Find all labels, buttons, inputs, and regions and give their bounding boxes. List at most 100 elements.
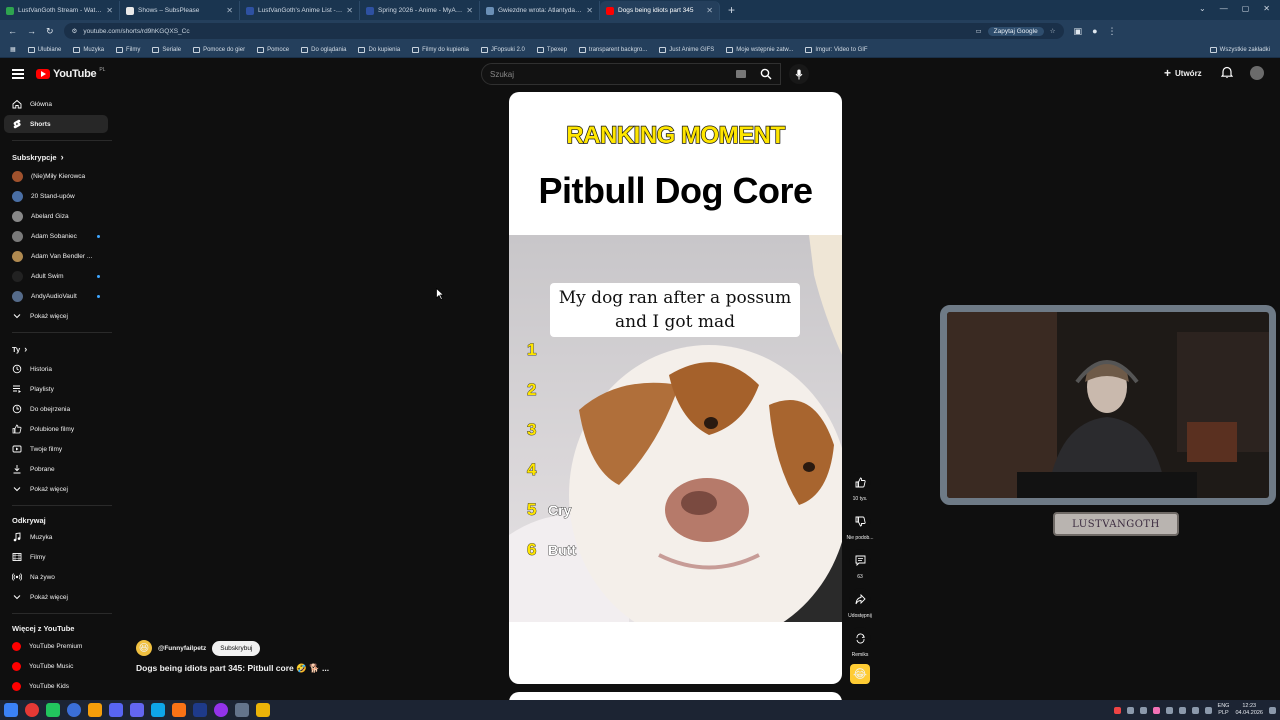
notification-center-icon[interactable] [1269,706,1276,714]
sidebar-item-live[interactable]: Na żywo [4,568,108,586]
bookmark-item[interactable]: Filmy do kupienia [412,46,469,53]
bookmark-item[interactable]: Ulubiane [27,46,61,53]
tray-icon[interactable] [1113,706,1121,714]
browser-tab[interactable]: LustVanGoth Stream - Watch Li ✕ [0,1,120,20]
subscription-item[interactable]: (Nie)Miły Kierowca [4,167,108,185]
short-title[interactable]: Dogs being idiots part 345: Pitbull core… [136,663,329,674]
share-button[interactable]: Udostępnij [848,588,872,619]
tray-icon[interactable] [1139,706,1147,714]
app-taskbar-icon[interactable] [130,703,144,717]
youtube-service-item[interactable]: YouTube Music [4,657,108,675]
app-taskbar-icon[interactable] [214,703,228,717]
subscription-item[interactable]: 20 Stand-upów [4,187,108,205]
sidebar-item-thumb-up[interactable]: Polubione filmy [4,420,108,438]
bookmark-item[interactable]: transparent backgro... [578,46,647,53]
volume-icon[interactable] [1204,706,1212,714]
bookmark-star-icon[interactable]: ☆ [1050,27,1056,35]
bookmark-item[interactable]: Imgur: Video to GIF [805,46,868,53]
forward-icon[interactable]: → [27,26,36,36]
close-tab-icon[interactable]: ✕ [346,6,353,15]
url-text[interactable]: youtube.com/shorts/rd9hKGQXS_Cc [83,28,969,35]
app-taskbar-icon[interactable] [46,703,60,717]
sidebar-item-clock[interactable]: Do obejrzenia [4,400,108,418]
bookmark-item[interactable]: Do kupienia [358,46,400,53]
discord-taskbar-icon[interactable] [109,703,123,717]
bookmark-item[interactable]: Seriale [152,46,181,53]
browser-menu-icon[interactable]: ⋮ [1108,26,1117,37]
maximize-button[interactable]: ▢ [1242,4,1250,13]
sound-thumbnail[interactable]: 😂 [850,664,870,684]
show-more-subscriptions[interactable]: Pokaż więcej [4,307,108,325]
cast-icon[interactable]: ▭ [975,27,981,35]
channel-avatar[interactable]: 😆 [136,640,152,656]
sidebar-item-film[interactable]: Filmy [4,548,108,566]
chrome-taskbar-icon[interactable] [25,703,39,717]
address-bar[interactable]: ⚙ youtube.com/shorts/rd9hKGQXS_Cc ▭ Zapy… [63,23,1064,39]
browser-tab[interactable]: Spring 2026 - Anime - MyAnim ✕ [360,1,480,20]
subscriptions-heading[interactable]: Subskrypcje › [12,152,64,162]
search-button[interactable] [751,63,781,85]
dislike-button[interactable]: Nie podob... [847,510,873,541]
sidebar-item-playlist[interactable]: Playlisty [4,380,108,398]
menu-icon[interactable] [12,69,24,79]
more-from-youtube-heading[interactable]: Więcej z YouTube [12,624,74,633]
channel-name[interactable]: @Funnyfailpetz [158,645,206,652]
sidebar-item-download[interactable]: Pobrane [4,460,108,478]
youtube-service-item[interactable]: YouTube Premium [4,637,108,655]
app-taskbar-icon[interactable] [235,703,249,717]
youtube-logo[interactable]: YouTube PL [36,67,105,80]
all-bookmarks[interactable]: Wszystkie zakładki [1209,46,1270,53]
subscription-item[interactable]: AndyAudioVault [4,287,108,305]
subscription-item[interactable]: Adam Van Bendler ... [4,247,108,265]
close-tab-icon[interactable]: ✕ [226,6,233,15]
tab-search-icon[interactable]: ⌄ [1199,4,1206,13]
ask-google-button[interactable]: Zapytaj Google [987,26,1044,36]
steam-taskbar-icon[interactable] [193,703,207,717]
app-taskbar-icon[interactable] [67,703,81,717]
bookmark-item[interactable]: Pomoce do gier [193,46,245,53]
new-tab-button[interactable]: + [720,3,743,20]
bookmark-item[interactable]: Tpexep [536,46,567,53]
subscription-item[interactable]: Abelard Giza [4,207,108,225]
explore-heading[interactable]: Odkrywaj [12,516,46,525]
vlc-taskbar-icon[interactable] [172,703,186,717]
back-icon[interactable]: ← [8,26,17,36]
app-taskbar-icon[interactable] [151,703,165,717]
show-more-you[interactable]: Pokaż więcej [4,480,108,498]
tray-icon[interactable] [1152,706,1160,714]
tray-icon[interactable] [1165,706,1173,714]
keyboard-icon[interactable] [736,70,746,78]
like-button[interactable]: 10 tys. [848,471,872,502]
search-input[interactable]: Szukaj [481,63,781,85]
bookmark-item[interactable]: Filmy [116,46,140,53]
close-tab-icon[interactable]: ✕ [706,6,713,15]
short-video-player[interactable]: RANKING MOMENT Pitbull Dog Core My dog r… [509,92,842,684]
subscription-item[interactable]: Adult Swim [4,267,108,285]
bookmark-item[interactable]: Do oglądania [301,46,346,53]
tray-icon[interactable] [1126,706,1134,714]
close-tab-icon[interactable]: ✕ [466,6,473,15]
close-tab-icon[interactable]: ✕ [106,6,113,15]
apps-icon[interactable]: ▦ [10,46,16,53]
browser-tab[interactable]: Gwiezdne wrota: Atlantyda / St ✕ [480,1,600,20]
bookmark-item[interactable]: Moje wstępnie zatw... [726,46,793,53]
create-button[interactable]: + Utwórz [1164,66,1202,80]
profile-icon[interactable]: ● [1092,26,1097,36]
language-indicator[interactable]: ENG PLP [1218,703,1230,717]
account-avatar[interactable] [1250,66,1264,80]
site-info-icon[interactable]: ⚙ [72,27,78,35]
you-heading[interactable]: Ty › [12,344,27,354]
reload-icon[interactable]: ↻ [46,26,54,37]
minimize-button[interactable]: — [1220,4,1228,13]
bookmark-item[interactable]: Pomoce [257,46,289,53]
comments-button[interactable]: 63 [848,549,872,580]
bookmark-item[interactable]: JFopsuki 2.0 [480,46,525,53]
browser-tab[interactable]: Shows – SubsPlease ✕ [120,1,240,20]
notifications-bell-icon[interactable] [1220,66,1234,84]
close-tab-icon[interactable]: ✕ [586,6,593,15]
sidebar-item-music[interactable]: Muzyka [4,528,108,546]
remix-button[interactable]: Remiks [848,627,872,658]
show-more-explore[interactable]: Pokaż więcej [4,588,108,606]
app-taskbar-icon[interactable] [88,703,102,717]
wifi-icon[interactable] [1191,706,1199,714]
